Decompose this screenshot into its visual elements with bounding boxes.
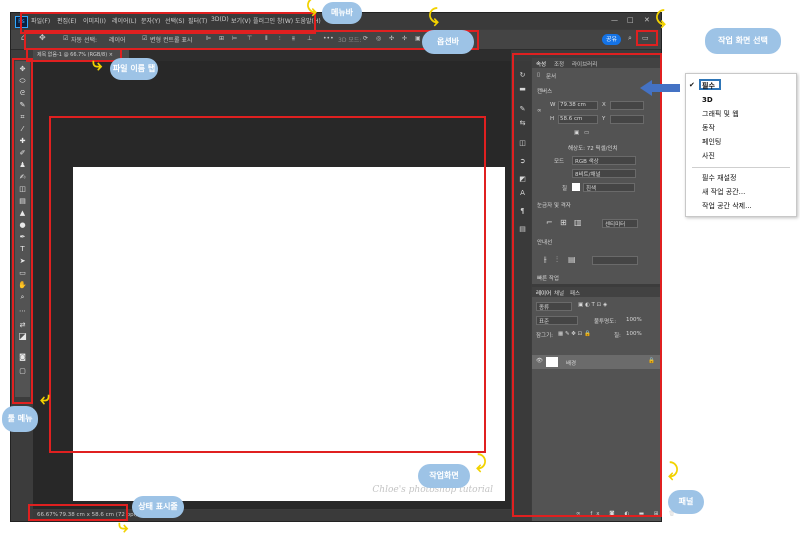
check-icon: ✔ — [689, 81, 695, 89]
panel-arrow-icon: ⤸ — [668, 460, 679, 481]
workarea-arrow-icon: ⤸ — [476, 452, 487, 473]
search-icon[interactable]: ⌕ — [628, 34, 632, 43]
menu-separator — [692, 167, 790, 168]
workspace-motion[interactable]: 동작 — [702, 123, 715, 133]
delete-workspace[interactable]: 작업 공간 삭제... — [702, 201, 752, 211]
workspace-graphics-web[interactable]: 그래픽 및 웹 — [702, 109, 739, 119]
file-tab-highlight — [26, 48, 122, 62]
optionbar-callout: 옵션바 — [422, 30, 474, 54]
new-workspace[interactable]: 새 작업 공간... — [702, 187, 745, 197]
statusbar-highlight — [28, 504, 128, 521]
tools-arrow-icon: ⤶ — [40, 388, 51, 409]
optionbar-highlight — [24, 30, 479, 50]
close-button[interactable]: ✕ — [644, 16, 650, 24]
workspace-dropdown-menu: ✔ 필수 3D 그래픽 및 웹 동작 페인팅 사진 필수 재설정 새 작업 공간… — [685, 73, 797, 217]
workspace-arrow-icon: ⤹ — [655, 8, 666, 29]
statusbar-arrow-icon: ⤷ — [118, 516, 129, 537]
maximize-button[interactable]: □ — [627, 16, 634, 24]
minimize-button[interactable]: — — [611, 16, 618, 24]
file-tab-arrow-icon: ⤷ — [92, 54, 103, 75]
tools-highlight — [12, 58, 33, 404]
reset-workspace[interactable]: 필수 재설정 — [702, 173, 736, 183]
optionbar-arrow-icon: ⤹ — [428, 6, 439, 27]
workspace-3d[interactable]: 3D — [702, 96, 713, 104]
workarea-highlight — [49, 116, 486, 453]
tools-callout: 툴 메뉴 — [2, 406, 38, 432]
panel-callout: 패널 — [668, 490, 704, 514]
tutorial-screenshot: Ps 파일(F) 편집(E) 이미지(I) 레이어(L) 문자(Y) 선택(S)… — [0, 0, 800, 540]
menubar-callout: 메뉴바 — [322, 2, 362, 24]
workspace-select-callout: 작업 화면 선택 — [705, 28, 781, 54]
file-tab-callout: 파일 이름 탭 — [110, 58, 158, 80]
share-button[interactable]: 공유 — [602, 34, 621, 45]
menubar-arrow-icon: ⤹ — [306, 0, 317, 17]
workarea-callout: 작업화면 — [418, 464, 470, 488]
blue-left-arrow-icon — [640, 80, 680, 96]
workspace-painting[interactable]: 페인팅 — [702, 137, 721, 147]
workspace-essentials[interactable]: 필수 — [702, 81, 715, 91]
panel-highlight — [512, 53, 662, 517]
statusbar-callout: 상태 표시줄 — [132, 496, 184, 518]
workspace-highlight — [636, 30, 658, 46]
workspace-photography[interactable]: 사진 — [702, 151, 715, 161]
